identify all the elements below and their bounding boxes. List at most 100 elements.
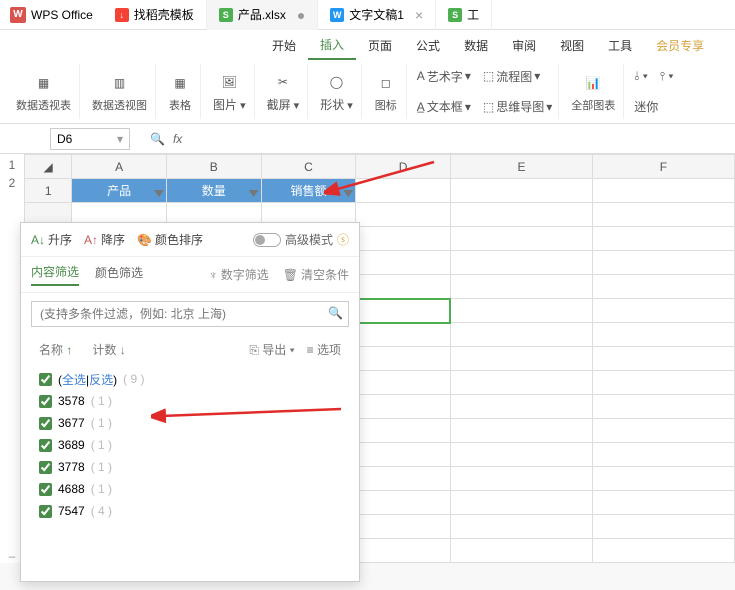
- content-filter-tab[interactable]: 内容筛选: [31, 263, 79, 286]
- ribbon-tab-view[interactable]: 视图: [548, 30, 596, 60]
- tab-spreadsheet[interactable]: S 产品.xlsx ●: [207, 0, 318, 30]
- all-charts-button[interactable]: 📊 全部图表: [563, 64, 624, 119]
- checkbox[interactable]: [39, 505, 52, 518]
- col-header-b[interactable]: B: [166, 155, 261, 179]
- checkbox[interactable]: [39, 439, 52, 452]
- tab-document[interactable]: W 文字文稿1 ×: [318, 0, 436, 30]
- ribbon-tab-page[interactable]: 页面: [356, 30, 404, 60]
- pivot-table-button[interactable]: ▦ 数据透视表: [8, 64, 80, 119]
- sort-desc-button[interactable]: A↑降序: [84, 231, 125, 248]
- filter-search-input[interactable]: [31, 301, 349, 327]
- collapse-icon[interactable]: –: [9, 549, 16, 563]
- filter-item[interactable]: 3578( 1 ): [39, 390, 341, 412]
- col-header-c[interactable]: C: [261, 155, 356, 179]
- header-cell-qty[interactable]: 数量: [166, 179, 261, 203]
- icon-button[interactable]: ◻ 图标: [366, 64, 407, 119]
- filter-item[interactable]: 4688( 1 ): [39, 478, 341, 500]
- pivot-chart-button[interactable]: ▥ 数据透视图: [84, 64, 156, 119]
- filter-item[interactable]: 3689( 1 ): [39, 434, 341, 456]
- filter-sort-row: A↓升序 A↑降序 🎨颜色排序 高级模式ⓢ: [21, 223, 359, 257]
- total-count: ( 9 ): [123, 372, 144, 386]
- tab-templates[interactable]: ↓ 找稻壳模板: [103, 0, 207, 30]
- side-label[interactable]: 2: [9, 176, 16, 190]
- table-button[interactable]: ▦ 表格: [160, 64, 201, 119]
- chevron-down-icon: ↓: [120, 343, 126, 357]
- invert-link[interactable]: 反选: [89, 373, 113, 387]
- ribbon-tab-formula[interactable]: 公式: [404, 30, 452, 60]
- funnel-icon: ♆: [209, 268, 218, 282]
- close-icon[interactable]: ●: [297, 7, 305, 23]
- trash-icon: 🗑: [283, 268, 298, 282]
- filter-item[interactable]: 3677( 1 ): [39, 412, 341, 434]
- ribbon-tab-start[interactable]: 开始: [260, 30, 308, 60]
- flowchart-button[interactable]: ⬚ 流程图 ▾: [483, 68, 540, 85]
- screenshot-button[interactable]: ✂ 截屏 ▾: [259, 64, 309, 119]
- title-bar: W WPS Office ↓ 找稻壳模板 S 产品.xlsx ● W 文字文稿1…: [0, 0, 735, 30]
- search-icon[interactable]: 🔍: [328, 306, 343, 320]
- ribbon-tab-insert[interactable]: 插入: [308, 30, 356, 60]
- checkbox[interactable]: [39, 373, 52, 386]
- filter-arrow-icon[interactable]: [343, 190, 353, 200]
- cell[interactable]: [450, 179, 592, 203]
- filter-arrow-icon[interactable]: [154, 190, 164, 200]
- side-label[interactable]: 1: [9, 158, 16, 172]
- screenshot-icon: ✂: [271, 70, 295, 94]
- ribbon-tab-tools[interactable]: 工具: [596, 30, 644, 60]
- color-sort-button[interactable]: 🎨颜色排序: [137, 231, 203, 248]
- checkbox[interactable]: [39, 417, 52, 430]
- row-header-1[interactable]: 1: [25, 179, 72, 203]
- col-header-d[interactable]: D: [356, 155, 451, 179]
- filter-arrow-icon[interactable]: [249, 190, 259, 200]
- close-icon[interactable]: ×: [415, 7, 423, 23]
- col-header-a[interactable]: A: [72, 155, 167, 179]
- checkbox[interactable]: [39, 483, 52, 496]
- wordart-button[interactable]: A 艺术字 ▾: [417, 68, 471, 85]
- number-filter-button[interactable]: ♆ 数字筛选: [209, 266, 269, 283]
- header-cell-product[interactable]: 产品: [72, 179, 167, 203]
- template-icon: ↓: [115, 8, 129, 22]
- name-column[interactable]: 名称 ↑: [39, 341, 72, 358]
- fx-label[interactable]: fx: [173, 132, 182, 146]
- filter-item[interactable]: 7547( 4 ): [39, 500, 341, 522]
- ribbon-tab-vip[interactable]: 会员专享: [644, 30, 716, 60]
- cell[interactable]: [356, 179, 451, 203]
- ribbon-tab-review[interactable]: 审阅: [500, 30, 548, 60]
- advanced-mode-toggle[interactable]: 高级模式ⓢ: [253, 231, 349, 248]
- color-filter-tab[interactable]: 颜色筛选: [95, 264, 143, 285]
- ribbon-tab-data[interactable]: 数据: [452, 30, 500, 60]
- count-column[interactable]: 计数 ↓: [92, 341, 125, 358]
- active-cell[interactable]: [356, 299, 451, 323]
- filter-list-header: 名称 ↑ 计数 ↓ ⎘ 导出 ▾ ≡ 选项: [21, 335, 359, 364]
- checkbox[interactable]: [39, 461, 52, 474]
- tab-label: 产品.xlsx: [238, 6, 286, 23]
- sort-asc-button[interactable]: A↓升序: [31, 231, 72, 248]
- formula-bar: D6 ▾ 🔍 fx: [0, 124, 735, 154]
- textbox-button[interactable]: A̲ 文本框 ▾: [417, 98, 471, 115]
- export-button[interactable]: ⎘ 导出 ▾: [249, 341, 294, 358]
- select-all-link[interactable]: 全选: [62, 373, 86, 387]
- shape-button[interactable]: ◯ 形状 ▾: [312, 64, 362, 119]
- tab-other[interactable]: S 工: [436, 0, 492, 30]
- wps-logo-icon: W: [10, 7, 26, 23]
- select-all-corner[interactable]: ◢: [25, 155, 72, 179]
- sort-desc-icon: A↑: [84, 233, 98, 247]
- sort-asc-icon: A↓: [31, 233, 45, 247]
- name-box[interactable]: D6 ▾: [50, 128, 130, 150]
- col-header-e[interactable]: E: [450, 155, 592, 179]
- options-button[interactable]: ≡ 选项: [307, 341, 341, 358]
- picture-icon: 🖼: [217, 70, 241, 94]
- sheet-icon: S: [219, 8, 233, 22]
- search-icon[interactable]: 🔍: [150, 132, 165, 146]
- mindmap-button[interactable]: ⬚ 思维导图 ▾: [483, 98, 552, 115]
- sparkline2-button[interactable]: ⫯ ▾: [660, 69, 674, 84]
- sparkline-button[interactable]: ⫰ ▾: [634, 69, 648, 84]
- clear-filter-button[interactable]: 🗑 清空条件: [283, 266, 349, 283]
- col-header-f[interactable]: F: [592, 155, 734, 179]
- picture-button[interactable]: 🖼 图片 ▾: [205, 64, 255, 119]
- filter-item[interactable]: 3778( 1 ): [39, 456, 341, 478]
- select-all-row[interactable]: (全选|反选) ( 9 ): [39, 368, 341, 390]
- checkbox[interactable]: [39, 395, 52, 408]
- cell[interactable]: [592, 179, 734, 203]
- header-cell-sales[interactable]: 销售额: [261, 179, 356, 203]
- app-brand: W WPS Office: [0, 7, 103, 23]
